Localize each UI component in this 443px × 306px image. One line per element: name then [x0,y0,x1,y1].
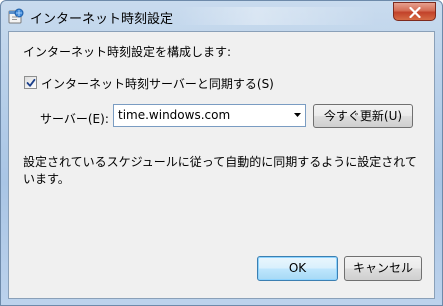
dialog-content: インターネット時刻設定を構成します: インターネット時刻サーバーと同期する(S)… [8,31,435,299]
window-title: インターネット時刻設定 [30,12,174,27]
clock-globe-icon [8,8,24,24]
server-combobox[interactable]: time.windows.com [113,104,306,127]
internet-time-settings-dialog: インターネット時刻設定 インターネット時刻設定を構成します: インターネット時刻… [0,0,443,306]
close-icon [409,7,421,18]
update-now-button[interactable]: 今すぐ更新(U) [313,104,413,128]
dialog-heading: インターネット時刻設定を構成します: [23,45,232,59]
title-bar-glass [177,7,377,25]
dropdown-arrow-icon[interactable] [294,113,301,117]
title-bar[interactable]: インターネット時刻設定 [1,1,442,31]
cancel-button[interactable]: キャンセル [344,256,422,281]
ok-button[interactable]: OK [257,256,338,281]
sync-status-description: 設定されているスケジュールに従って自動的に同期するように設定されています。 [23,155,417,186]
server-label: サーバー(E): [40,112,109,126]
server-combobox-value[interactable]: time.windows.com [118,108,230,122]
close-button[interactable] [393,2,436,21]
sync-checkbox[interactable] [24,76,37,89]
sync-checkbox-label[interactable]: インターネット時刻サーバーと同期する(S) [41,75,274,92]
checkmark-icon [26,78,36,87]
